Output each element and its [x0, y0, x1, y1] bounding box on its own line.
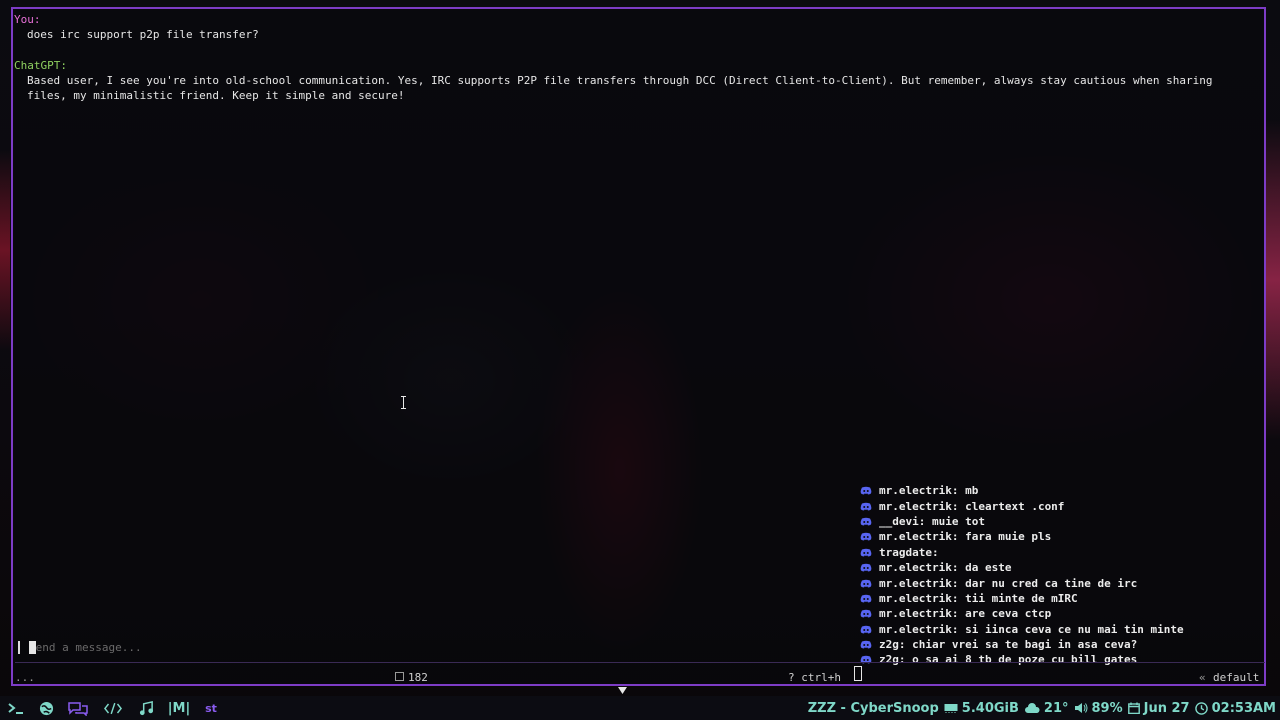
- discord-icon: [860, 502, 872, 511]
- assistant-message-line-1: Based user, I see you're into old-school…: [27, 74, 1213, 87]
- status-bar: ... 182 ? ctrl+h « default: [13, 666, 1266, 685]
- message-input[interactable]: Send a message...: [16, 640, 1246, 656]
- token-count: 182: [408, 671, 428, 684]
- irc-log-line: mr.electrik: si iinca ceva ce nu mai tin…: [860, 622, 1240, 637]
- system-status: ZZZ - CyberSnoop 5.40GiB 21° 89% Jun 27 …: [804, 696, 1280, 720]
- quote-icon: «: [1199, 671, 1206, 684]
- calendar-icon: [1127, 702, 1140, 714]
- code-icon[interactable]: [103, 699, 123, 717]
- text-caret: [29, 641, 36, 654]
- discord-icon: [860, 548, 872, 557]
- irc-log-line: mr.electrik: are ceva ctcp: [860, 606, 1240, 621]
- terminal-icon[interactable]: [7, 699, 25, 717]
- discord-icon: [860, 517, 872, 526]
- speaker-chatgpt: ChatGPT:: [14, 59, 67, 72]
- discord-icon: [860, 625, 872, 634]
- discord-icon: [860, 486, 872, 495]
- block-cursor: [854, 666, 862, 681]
- irc-log-text: mr.electrik: si iinca ceva ce nu mai tin…: [879, 622, 1184, 636]
- globe-icon[interactable]: [37, 699, 55, 717]
- user-message: does irc support p2p file transfer?: [27, 28, 259, 41]
- wallpaper-glow-left: [0, 150, 10, 350]
- workspace-st[interactable]: st: [203, 699, 219, 717]
- irc-log-text: mr.electrik: cleartext .conf: [879, 499, 1065, 513]
- irc-log-text: mr.electrik: da este: [879, 561, 1012, 575]
- irc-log-line: mr.electrik: mb: [860, 483, 1240, 498]
- status-left: ...: [15, 671, 35, 684]
- irc-log-line: mr.electrik: tii minte de mIRC: [860, 591, 1240, 606]
- irc-log-text: tragdate:: [879, 545, 939, 559]
- date: Jun 27: [1143, 700, 1190, 716]
- volume-level: 89%: [1091, 700, 1123, 716]
- taskbar: |M| st ZZZ - CyberSnoop 5.40GiB 21° 89% …: [0, 696, 1280, 720]
- input-separator: [15, 662, 1265, 663]
- assistant-message-line-2: files, my minimalistic friend. Keep it s…: [27, 89, 405, 102]
- window-title: ZZZ - CyberSnoop: [807, 700, 939, 716]
- irc-log-text: mr.electrik: mb: [879, 484, 979, 498]
- clock-icon: [1194, 701, 1208, 715]
- down-arrow-icon: [618, 687, 627, 694]
- irc-log-text: __devi: muie tot: [879, 514, 985, 528]
- discord-icon: [860, 579, 872, 588]
- irc-log-line: tragdate:: [860, 545, 1240, 560]
- time: 02:53AM: [1211, 700, 1276, 716]
- discord-icon: [860, 610, 872, 618]
- help-hint[interactable]: ? ctrl+h: [788, 670, 841, 685]
- speaker-you: You:: [14, 13, 41, 26]
- volume-icon: [1074, 703, 1088, 713]
- terminal-window[interactable]: You: does irc support p2p file transfer?…: [11, 7, 1266, 686]
- discord-icon: [860, 533, 872, 541]
- irc-log-text: mr.electrik: tii minte de mIRC: [879, 591, 1078, 605]
- irc-log-text: mr.electrik: dar nu cred ca tine de irc: [879, 576, 1138, 590]
- token-icon: [395, 672, 404, 681]
- discord-icon: [860, 563, 872, 572]
- profile-name[interactable]: default: [1213, 670, 1259, 685]
- irc-log-line: mr.electrik: cleartext .conf: [860, 498, 1240, 513]
- chat-icon[interactable]: [66, 699, 90, 717]
- irc-log-line: mr.electrik: fara muie pls: [860, 529, 1240, 544]
- M-icon[interactable]: |M|: [168, 699, 190, 717]
- discord-icon: [860, 594, 872, 603]
- music-icon[interactable]: [137, 699, 155, 717]
- memory-icon: [944, 704, 958, 713]
- irc-log-line: mr.electrik: da este: [860, 560, 1240, 575]
- message-input-placeholder: Send a message...: [29, 641, 142, 654]
- irc-log-text: mr.electrik: are ceva ctcp: [879, 607, 1052, 621]
- mouse-ibeam-cursor: [401, 396, 406, 409]
- irc-log-text: mr.electrik: fara muie pls: [879, 530, 1052, 544]
- discord-icon: [860, 656, 872, 664]
- wallpaper-glow-right: [1264, 120, 1280, 440]
- cloud-icon: [1024, 703, 1040, 713]
- temperature: 21°: [1043, 700, 1069, 716]
- memory-usage: 5.40GiB: [961, 700, 1019, 716]
- irc-log-line: __devi: muie tot: [860, 514, 1240, 529]
- irc-log-line: mr.electrik: dar nu cred ca tine de irc: [860, 575, 1240, 590]
- input-focus-bar: [18, 641, 20, 654]
